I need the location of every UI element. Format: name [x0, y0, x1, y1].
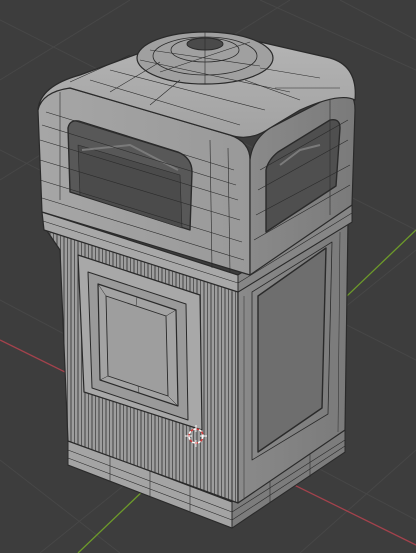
3d-viewport[interactable]: [0, 0, 416, 553]
trash-bin-mesh[interactable]: [37, 31, 356, 529]
viewport-canvas[interactable]: [0, 0, 416, 553]
